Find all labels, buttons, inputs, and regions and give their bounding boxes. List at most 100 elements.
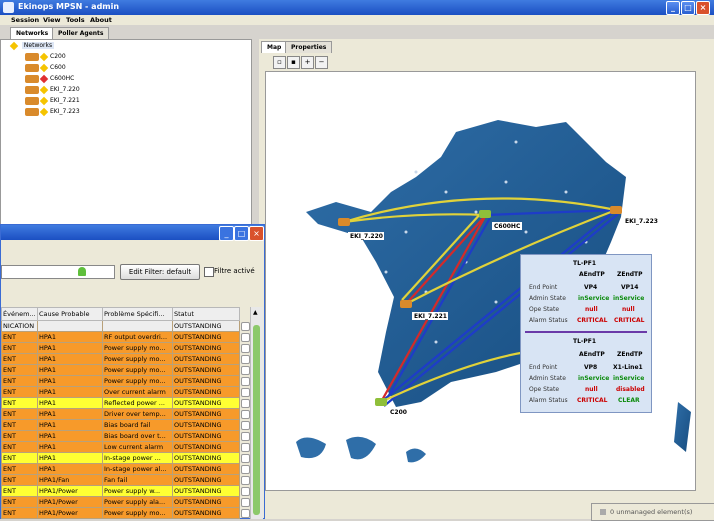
table-row[interactable]: ENT HPA1 Power supply mo... OUTSTANDING: [1, 364, 240, 376]
table-row[interactable]: ENT HPA1 Reflected power ... OUTSTANDING: [1, 397, 240, 409]
tab-poller-agents[interactable]: Poller Agents: [52, 27, 110, 39]
table-cell: ENT: [1, 375, 38, 387]
popup-title-1: TL-PF1: [573, 260, 597, 267]
node-c200-icon: [375, 398, 387, 406]
alarm-maximize-icon[interactable]: □: [234, 226, 249, 241]
menu-session[interactable]: Session: [11, 16, 39, 24]
ack-checkbox[interactable]: [241, 355, 250, 364]
close-icon[interactable]: ×: [696, 1, 710, 15]
link-details-popup: TL-PF1 AEndTP ZEndTP End Point VP4 VP14 …: [520, 254, 652, 413]
ack-checkbox[interactable]: [241, 399, 250, 408]
ack-checkbox[interactable]: [241, 421, 250, 430]
alarm-minimize-icon[interactable]: _: [219, 226, 234, 241]
tree-node-eki-7-221[interactable]: EKI_7.221: [25, 96, 80, 106]
tree-node-c200[interactable]: C200: [25, 52, 66, 62]
severity-slider[interactable]: [1, 265, 115, 279]
alarm-window-title-bar[interactable]: _ □ ×: [1, 225, 264, 241]
ack-checkbox[interactable]: [241, 432, 250, 441]
filter-active-checkbox[interactable]: [204, 267, 214, 277]
ack-checkbox[interactable]: [241, 487, 250, 496]
table-row[interactable]: ENT HPA1 Over current alarm OUTSTANDING: [1, 386, 240, 398]
menu-bar: Session View Tools About: [0, 15, 714, 25]
table-cell: HPA1: [37, 463, 103, 475]
tree-node-eki-7-223[interactable]: EKI_7.223: [25, 107, 80, 117]
table-cell: HPA1: [37, 364, 103, 376]
ack-checkbox[interactable]: [241, 410, 250, 419]
menu-tools[interactable]: Tools: [66, 16, 85, 24]
minimize-icon[interactable]: _: [666, 1, 680, 15]
ack-checkbox[interactable]: [241, 498, 250, 507]
edit-filter-button[interactable]: Edit Filter: default: [120, 264, 200, 280]
save-icon[interactable]: ▪: [287, 56, 300, 69]
table-row[interactable]: ENT HPA1/Power Power supply ala... OUTSTAND…: [1, 496, 240, 508]
critical-icon: [39, 74, 49, 83]
scroll-thumb[interactable]: [253, 325, 260, 515]
table-cell: Power supply mo...: [102, 364, 173, 376]
table-cell: Power supply mo...: [102, 507, 173, 519]
menu-about[interactable]: About: [90, 16, 112, 24]
table-cell: OUTSTANDING: [172, 408, 240, 420]
scroll-up-icon[interactable]: ▲: [253, 309, 258, 316]
col-header-specific-problem[interactable]: Problème Spécifi...: [102, 307, 173, 321]
table-row[interactable]: ENT HPA1 Power supply mo... OUTSTANDING: [1, 342, 240, 354]
table-row[interactable]: ENT HPA1/Power Power supply w... OUTSTANDIN…: [1, 485, 240, 497]
table-cell: HPA1/Power: [37, 496, 103, 508]
table-cell: HPA1: [37, 397, 103, 409]
ack-checkbox[interactable]: [241, 366, 250, 375]
ack-checkbox[interactable]: [241, 333, 250, 342]
table-cell: OUTSTANDING: [172, 452, 240, 464]
table-row[interactable]: ENT HPA1 In-stage power ... OUTSTANDING: [1, 452, 240, 464]
status-text: 0 unmanaged element(s): [610, 508, 693, 516]
ack-checkbox[interactable]: [241, 443, 250, 452]
left-tab-bar: Networks Poller Agents: [0, 25, 252, 39]
table-row[interactable]: ENT HPA1 Bias board over t... OUTSTANDING: [1, 430, 240, 442]
alarm-scrollbar[interactable]: ▲: [250, 307, 263, 519]
table-row[interactable]: ENT HPA1 In-stage power al... OUTSTANDING: [1, 463, 240, 475]
alarm-close-icon[interactable]: ×: [249, 226, 264, 241]
table-cell: ENT: [1, 353, 38, 365]
ack-checkbox[interactable]: [241, 377, 250, 386]
ack-checkbox[interactable]: [241, 465, 250, 474]
slider-knob[interactable]: [78, 267, 86, 276]
table-row[interactable]: ENT HPA1 Power supply mo... OUTSTANDING: [1, 353, 240, 365]
table-row[interactable]: ENT HPA1/Fan Fan fail OUTSTANDING: [1, 474, 240, 486]
table-row[interactable]: ENT HPA1 Bias board fail OUTSTANDING: [1, 419, 240, 431]
col-header-status[interactable]: Statut: [172, 307, 240, 321]
table-cell: HPA1: [37, 342, 103, 354]
menu-view[interactable]: View: [43, 16, 61, 24]
tree-node-eki-7-220[interactable]: EKI_7.220: [25, 85, 80, 95]
table-cell: OUTSTANDING: [172, 485, 240, 497]
warning-icon: [39, 63, 49, 72]
table-cell: HPA1: [37, 452, 103, 464]
app-title-bar: Ekinops MPSN - admin _ □ ×: [0, 0, 714, 15]
ack-checkbox[interactable]: [241, 344, 250, 353]
table-row[interactable]: NICATION OUTSTANDING: [1, 320, 240, 332]
ack-checkbox[interactable]: [241, 388, 250, 397]
ack-checkbox[interactable]: [241, 454, 250, 463]
tree-node-c600[interactable]: C600: [25, 63, 66, 73]
table-cell: Reflected power ...: [102, 397, 173, 409]
table-cell: OUTSTANDING: [172, 397, 240, 409]
tab-properties[interactable]: Properties: [285, 41, 333, 53]
alarm-window: _ □ × Edit Filter: default Filtre activé…: [0, 224, 265, 519]
ack-checkbox[interactable]: [241, 509, 250, 518]
zoom-out-icon[interactable]: −: [315, 56, 328, 69]
maximize-icon[interactable]: □: [681, 1, 695, 15]
zoom-in-icon[interactable]: +: [301, 56, 314, 69]
ack-checkbox[interactable]: [241, 476, 250, 485]
tab-networks[interactable]: Networks: [10, 27, 55, 39]
tab-map[interactable]: Map: [261, 41, 288, 53]
table-row[interactable]: ENT HPA1 Driver over temp... OUTSTANDING: [1, 408, 240, 420]
tree-node-c600hc[interactable]: C600HC: [25, 74, 74, 84]
table-row[interactable]: ENT HPA1 Low current alarm OUTSTANDING: [1, 441, 240, 453]
table-row[interactable]: ENT HPA1/Power Power supply mo... OUTSTANDI…: [1, 507, 240, 519]
table-row[interactable]: ENT HPA1 RF output overdri... OUTSTANDING: [1, 331, 240, 343]
col-header-probable-cause[interactable]: Cause Probable: [37, 307, 103, 321]
col-header-event[interactable]: Événem...: [1, 307, 38, 321]
tree-root[interactable]: Networks: [9, 41, 55, 51]
table-cell: ENT: [1, 397, 38, 409]
ack-checkbox[interactable]: [241, 322, 250, 331]
select-icon[interactable]: ▫: [273, 56, 286, 69]
network-element-icon: [25, 107, 39, 116]
table-row[interactable]: ENT HPA1 Power supply mo... OUTSTANDING: [1, 375, 240, 387]
